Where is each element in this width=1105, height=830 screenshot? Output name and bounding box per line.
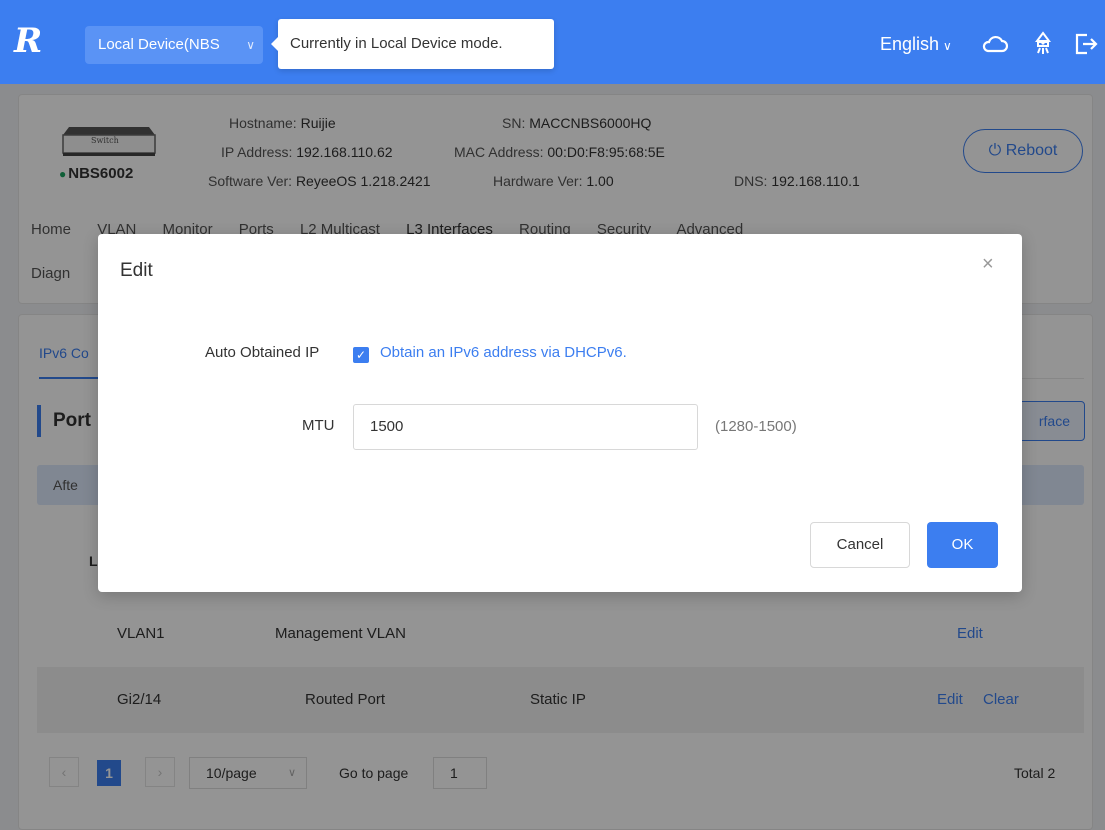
checkmark-icon: ✓ [355, 348, 367, 362]
modal-title: Edit [120, 260, 153, 281]
mtu-label: MTU [302, 417, 335, 434]
cloud-icon[interactable] [982, 30, 1009, 58]
dhcpv6-checkbox-label[interactable]: Obtain an IPv6 address via DHCPv6. [380, 344, 627, 361]
edit-modal: Edit × Auto Obtained IP ✓ Obtain an IPv6… [98, 234, 1022, 592]
ruijie-logo: R [14, 21, 43, 61]
language-label: English [880, 34, 940, 54]
mtu-input[interactable]: 1500 [353, 404, 698, 450]
close-icon[interactable]: × [982, 254, 998, 274]
dhcpv6-checkbox[interactable]: ✓ [353, 347, 369, 363]
device-selector-label: Local Device(NBS [98, 36, 220, 53]
mtu-range-hint: (1280-1500) [715, 418, 797, 435]
device-selector[interactable]: Local Device(NBS ∨ [85, 26, 263, 64]
mode-tooltip: Currently in Local Device mode. [271, 19, 554, 69]
chevron-down-icon: ∨ [246, 38, 255, 52]
auto-ip-label: Auto Obtained IP [205, 344, 320, 361]
top-bar: R Local Device(NBS ∨ Currently in Local … [0, 0, 1105, 84]
cancel-button[interactable]: Cancel [810, 522, 910, 568]
ok-button[interactable]: OK [927, 522, 998, 568]
logout-icon[interactable] [1072, 30, 1098, 58]
language-selector[interactable]: English ∨ [880, 30, 952, 60]
rocket-icon[interactable] [1030, 30, 1056, 58]
chevron-down-icon: ∨ [943, 39, 952, 53]
